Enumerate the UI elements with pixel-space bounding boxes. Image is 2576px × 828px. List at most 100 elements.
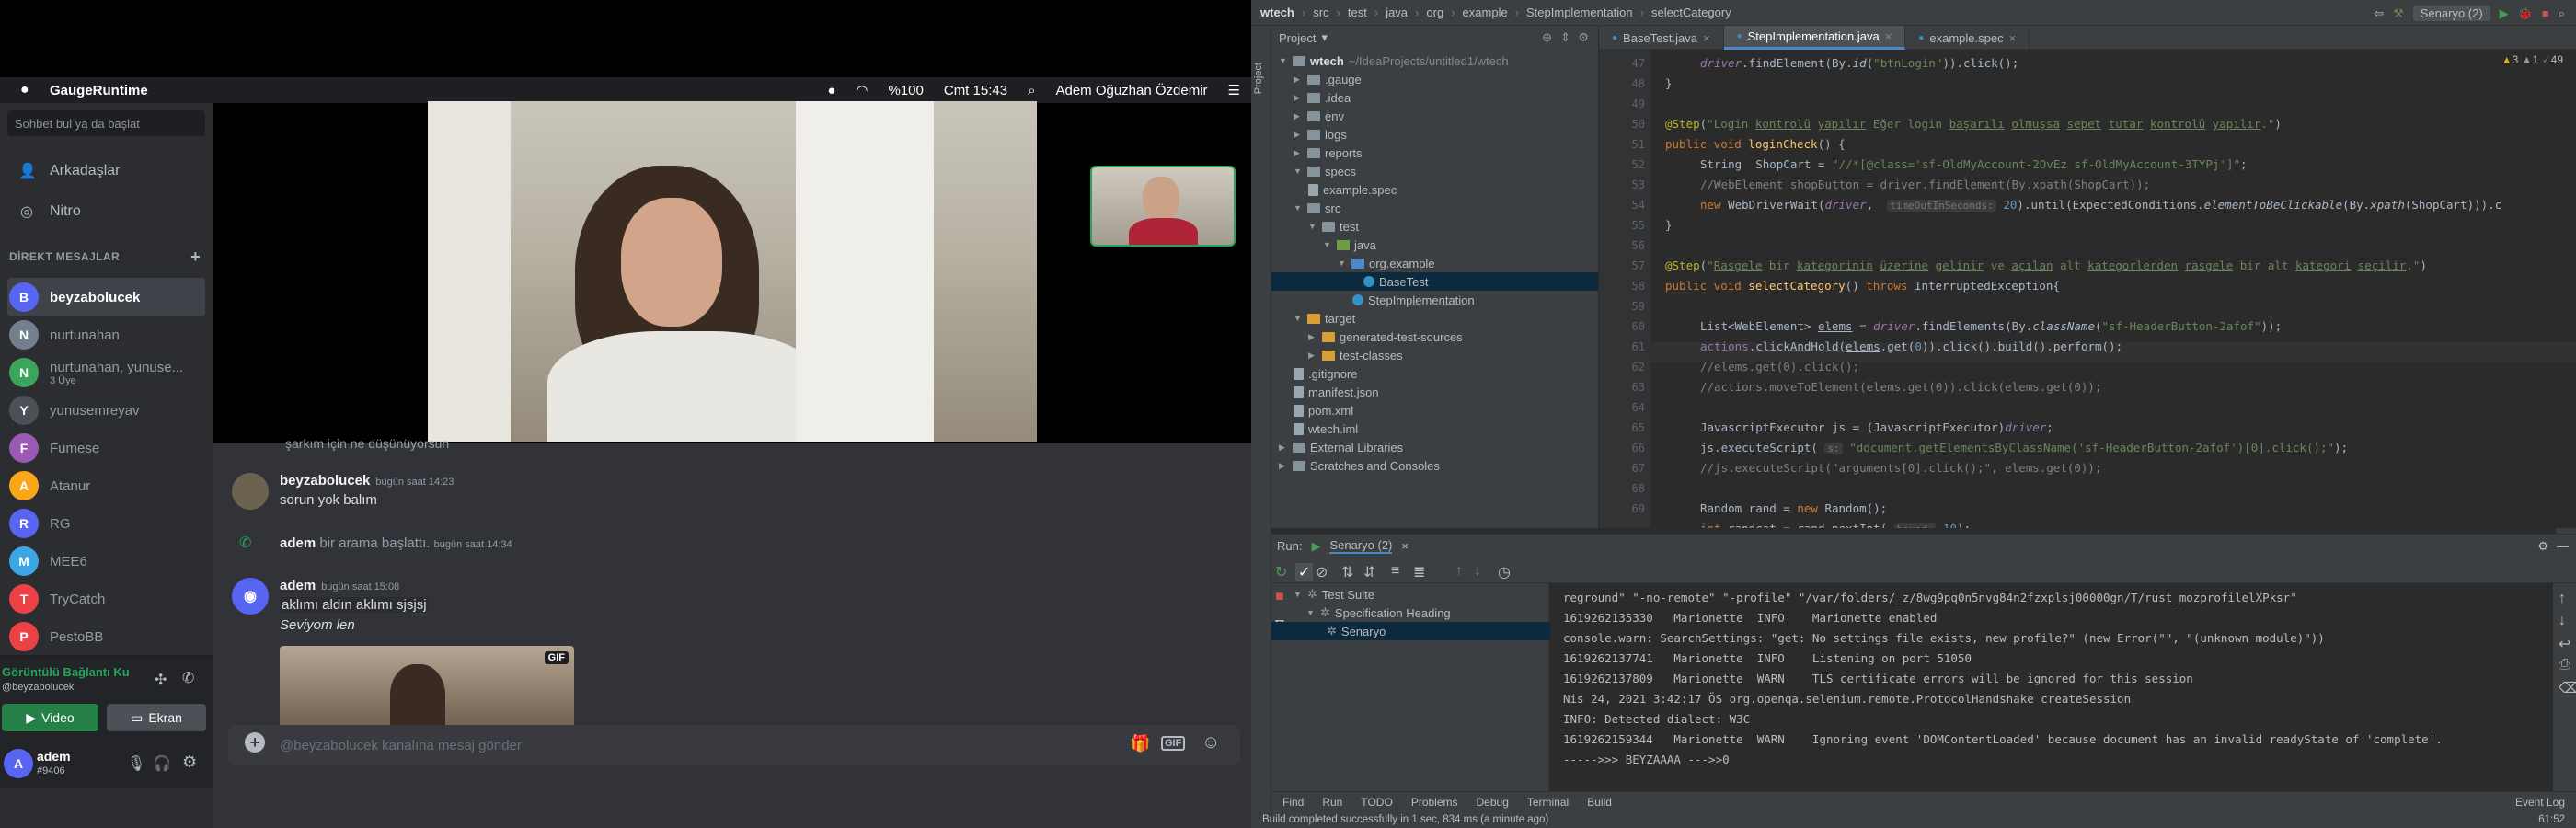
tree-item[interactable]: ▼ specs: [1294, 162, 1356, 180]
settings-gear-icon[interactable]: ⚙: [1578, 30, 1589, 45]
tree-item[interactable]: ▶ reports: [1294, 144, 1362, 162]
dm-item[interactable]: P PestoBB: [7, 617, 205, 656]
author-name[interactable]: beyzabolucek: [280, 473, 370, 489]
tree-item[interactable]: manifest.json: [1294, 383, 1379, 401]
voice-status[interactable]: Görüntülü Bağlantı Ku: [2, 665, 130, 679]
tree-item[interactable]: pom.xml: [1294, 401, 1353, 420]
author-name[interactable]: adem: [280, 578, 316, 593]
settings-gear-icon[interactable]: ⚙: [2537, 539, 2548, 554]
tree-item[interactable]: ▼ org.example: [1338, 254, 1435, 272]
wrap-icon[interactable]: ↩: [2559, 635, 2570, 653]
project-tool-tab[interactable]: Project: [1253, 63, 1264, 94]
dm-item[interactable]: A Atanur: [7, 466, 205, 505]
user-label[interactable]: Adem Oğuzhan Özdemir: [1055, 83, 1207, 98]
search-icon[interactable]: ⌕: [2559, 6, 2565, 21]
stop-icon[interactable]: ■: [1275, 589, 1284, 605]
tree-item[interactable]: .gitignore: [1294, 364, 1357, 383]
project-view-select[interactable]: Project: [1279, 31, 1316, 45]
avatar[interactable]: A: [4, 749, 33, 778]
arrow-up-icon[interactable]: ↑: [1455, 563, 1463, 580]
dm-item[interactable]: Nnurtunahan, yunuse... 3 Üye: [7, 353, 205, 392]
breadcrumb-item[interactable]: selectCategory: [1651, 6, 1731, 19]
tree-item[interactable]: BaseTest: [1271, 272, 1598, 291]
emoji-icon[interactable]: ☺: [1202, 732, 1220, 753]
video-stream-main[interactable]: [428, 101, 1037, 442]
breadcrumb-item[interactable]: test: [1348, 6, 1367, 19]
avatar[interactable]: [232, 473, 269, 510]
tool-window-button[interactable]: Build: [1587, 796, 1612, 809]
spotlight-icon[interactable]: ⌕: [1028, 83, 1035, 98]
settings-gear-icon[interactable]: ⚙: [182, 753, 197, 772]
close-icon[interactable]: ×: [1401, 539, 1409, 553]
chevron-down-icon[interactable]: ▾: [1321, 30, 1328, 45]
run-config-select[interactable]: Senaryo (2): [2412, 6, 2490, 21]
dm-search-input[interactable]: Sohbet bul ya da başlat: [7, 110, 205, 136]
locate-icon[interactable]: ⊕: [1542, 30, 1552, 45]
dm-item[interactable]: Nnurtunahan: [7, 316, 205, 354]
stop-icon[interactable]: ■: [2542, 6, 2549, 20]
menubar-app-name[interactable]: GaugeRuntime: [50, 83, 148, 98]
editor-tab[interactable]: ● example.spec ×: [1905, 26, 2030, 50]
test-suite-node[interactable]: ▼ ✲ Test Suite: [1294, 585, 1374, 604]
collapse-all-icon[interactable]: ≣: [1413, 563, 1425, 581]
close-icon[interactable]: ×: [1703, 31, 1710, 45]
microphone-icon[interactable]: 🎙: [127, 754, 145, 773]
console-output[interactable]: reground" "-no-remote" "-profile" "/var/…: [1550, 583, 2553, 813]
arrow-down-icon[interactable]: ↓: [1474, 563, 1481, 580]
code-editor[interactable]: 47 48 49 50 51 52 53 54 55 56 57 58 59 60 61 62 63 64 65 66…: [1599, 50, 2576, 528]
nav-nitro[interactable]: ◎ Nitro: [7, 195, 205, 228]
tree-item[interactable]: ▶ generated-test-sources: [1308, 328, 1463, 346]
video-stream-self[interactable]: [1090, 166, 1236, 247]
tree-item[interactable]: ▶ Scratches and Consoles: [1279, 456, 1440, 475]
tree-item[interactable]: ▼ src: [1294, 199, 1340, 217]
screen-share-button[interactable]: ▭ Ekran: [107, 704, 206, 731]
avatar[interactable]: ◉: [232, 578, 269, 615]
headphones-icon[interactable]: 🎧: [153, 754, 171, 773]
dm-item[interactable]: Bbeyzabolucek: [7, 278, 205, 316]
build-hammer-icon[interactable]: ⚒: [2393, 6, 2404, 21]
gif-picker-icon[interactable]: GIF: [1161, 736, 1186, 751]
rerun-icon[interactable]: ↻: [1275, 563, 1287, 581]
dm-item[interactable]: F Fumese: [7, 429, 205, 467]
sort-duration-icon[interactable]: ⇵: [1363, 563, 1375, 581]
breadcrumb-item[interactable]: src: [1313, 6, 1328, 19]
expand-all-icon[interactable]: ≡: [1391, 563, 1399, 580]
tool-window-button[interactable]: TODO: [1361, 796, 1392, 809]
breadcrumb-item[interactable]: org: [1426, 6, 1443, 19]
close-icon[interactable]: ×: [2009, 31, 2017, 45]
record-icon[interactable]: ●: [827, 83, 835, 98]
breadcrumb-item[interactable]: example: [1463, 6, 1508, 19]
dm-item[interactable]: R RG: [7, 504, 205, 543]
disconnect-icon[interactable]: ✆: [182, 669, 194, 687]
add-dm-icon[interactable]: +: [190, 247, 201, 267]
scenario-node[interactable]: ✲ Senaryo: [1271, 622, 1598, 640]
show-passed-icon[interactable]: ✓: [1295, 563, 1314, 581]
minimize-icon[interactable]: —: [2557, 539, 2569, 553]
message-author[interactable]: adem bugün saat 15:08: [280, 578, 429, 593]
status-message[interactable]: Build completed successfully in 1 sec, 8…: [1262, 814, 1548, 825]
run-tab[interactable]: Senaryo (2): [1329, 538, 1393, 554]
tool-window-button[interactable]: Debug: [1477, 796, 1509, 809]
cursor-position[interactable]: 61:52: [2538, 814, 2565, 825]
tool-window-button[interactable]: Problems: [1411, 796, 1458, 809]
tree-item[interactable]: ▶ env: [1294, 107, 1344, 125]
message-author[interactable]: beyzabolucek bugün saat 14:23: [280, 473, 454, 489]
gif-embed[interactable]: GIF: [280, 646, 574, 732]
message-input[interactable]: @beyzabolucek kanalına mesaj gönder: [228, 725, 1240, 765]
video-button[interactable]: ▶ Video: [2, 704, 98, 731]
tree-item[interactable]: ▶ logs: [1294, 125, 1347, 144]
editor-tab[interactable]: ● StepImplementation.java ×: [1723, 26, 1906, 50]
history-icon[interactable]: ◷: [1498, 563, 1511, 581]
tree-item[interactable]: wtech.iml: [1294, 420, 1358, 438]
tree-item[interactable]: example.spec: [1308, 180, 1397, 199]
back-icon[interactable]: ⇦: [2374, 6, 2384, 21]
tree-item[interactable]: ▶ test-classes: [1308, 346, 1403, 364]
dm-item[interactable]: T TryCatch: [7, 580, 205, 618]
tree-item[interactable]: ▼ target: [1294, 309, 1355, 328]
tree-item[interactable]: ▶ .idea: [1294, 88, 1351, 107]
breadcrumb-item[interactable]: wtech: [1260, 6, 1294, 19]
tree-item[interactable]: ▶ External Libraries: [1279, 438, 1403, 456]
dm-item[interactable]: Yyunusemreyav: [7, 391, 205, 430]
tree-item[interactable]: ▼ java: [1323, 236, 1376, 254]
spec-node[interactable]: ▼ ✲ Specification Heading: [1306, 604, 1451, 622]
